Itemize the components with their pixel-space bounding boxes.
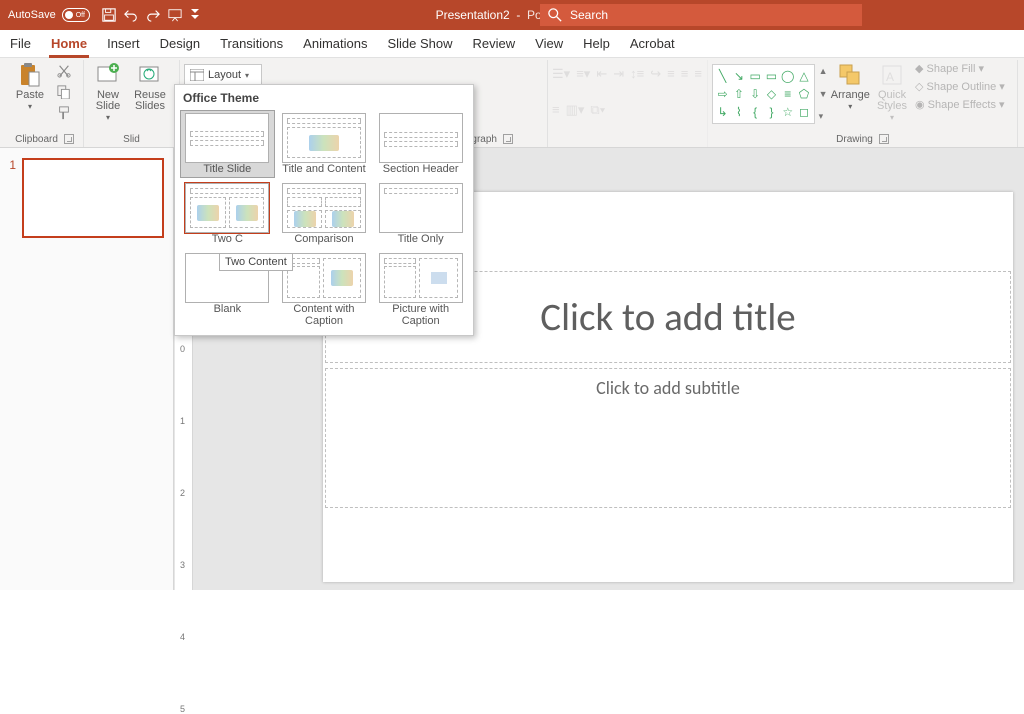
qat-more-icon[interactable] — [186, 4, 208, 26]
justify-icon[interactable]: ≡ — [552, 102, 560, 117]
shape-fill-button[interactable]: ◆ Shape Fill ▾ — [915, 62, 1013, 75]
align-left-icon[interactable]: ≡ — [667, 66, 675, 81]
line-spacing-icon[interactable]: ↕≡ — [630, 66, 644, 81]
tab-design[interactable]: Design — [160, 32, 200, 55]
reuse-slides-icon — [137, 62, 163, 88]
shapes-scroll[interactable]: ▲▼▾ — [817, 64, 828, 124]
paragraph-dialog-launcher[interactable] — [503, 134, 513, 144]
thumbnail-preview — [22, 158, 164, 238]
layout-title-and-content[interactable]: Title and Content — [278, 111, 371, 177]
arrange-button[interactable]: Arrange▾ — [830, 62, 871, 111]
columns-icon[interactable]: ▥▾ — [566, 102, 585, 118]
tab-acrobat[interactable]: Acrobat — [630, 32, 675, 55]
thumbnail-1[interactable]: 1 — [6, 158, 167, 238]
layout-section-header[interactable]: Section Header — [374, 111, 467, 177]
chevron-down-icon: ▾ — [106, 114, 110, 122]
present-from-beginning-icon[interactable] — [164, 4, 186, 26]
shapes-gallery[interactable]: ╲↘▭▭◯△ ⇨⇧⇩◇≡⬠ ↳⌇{}☆◻ — [712, 64, 815, 124]
layout-title-only[interactable]: Title Only — [374, 181, 467, 247]
redo-icon[interactable] — [142, 4, 164, 26]
layout-tooltip: Two Content — [219, 253, 293, 271]
autosave-label: AutoSave — [8, 9, 56, 21]
tab-transitions[interactable]: Transitions — [220, 32, 283, 55]
align-right-icon[interactable]: ≡ — [694, 66, 702, 81]
ribbon-tabstrip: File Home Insert Design Transitions Anim… — [0, 30, 1024, 58]
chevron-down-icon: ▾ — [28, 103, 32, 111]
numbering-icon[interactable]: ≡▾ — [576, 66, 590, 82]
layout-dropdown[interactable]: Layout ▾ — [184, 64, 262, 86]
tab-home[interactable]: Home — [51, 32, 87, 55]
slide-thumbnail-panel: 1 — [0, 148, 174, 590]
tab-view[interactable]: View — [535, 32, 563, 55]
title-bar: AutoSave Off Presentation2 - PowerPoint … — [0, 0, 1024, 30]
layout-menu-header: Office Theme — [175, 85, 473, 111]
layout-title-slide[interactable]: Title Slide — [180, 110, 275, 178]
search-placeholder: Search — [570, 8, 608, 22]
vertical-ruler: 012345 — [175, 314, 193, 590]
paste-icon — [17, 62, 43, 88]
tab-file[interactable]: File — [10, 32, 31, 55]
paste-button[interactable]: Paste ▾ — [10, 62, 50, 111]
search-icon — [548, 8, 562, 22]
group-paragraph-buttons: ☰▾ ≡▾ ⇤ ⇥ ↕≡ ↪ ≡ ≡ ≡ ≡ ▥▾ ⧉▾ — [548, 60, 708, 147]
tab-animations[interactable]: Animations — [303, 32, 367, 55]
autosave-toggle[interactable]: AutoSave Off — [0, 8, 98, 22]
layout-icon — [190, 69, 204, 81]
text-direction-icon[interactable]: ↪ — [650, 66, 661, 82]
copy-icon[interactable] — [54, 83, 74, 101]
layout-comparison[interactable]: Comparison — [278, 181, 371, 247]
align-center-icon[interactable]: ≡ — [681, 66, 689, 81]
layout-two-content[interactable]: Two C — [181, 181, 274, 247]
search-input[interactable]: Search — [540, 4, 862, 26]
smartart-icon[interactable]: ⧉▾ — [590, 102, 605, 118]
layout-menu: Office Theme Title Slide Title and Conte… — [174, 84, 474, 336]
new-slide-button[interactable]: New Slide ▾ — [88, 62, 128, 122]
indent-inc-icon[interactable]: ⇥ — [613, 66, 624, 82]
bullets-icon[interactable]: ☰▾ — [552, 66, 570, 82]
indent-dec-icon[interactable]: ⇤ — [596, 66, 607, 82]
quick-styles-button[interactable]: A Quick Styles▾ — [873, 62, 911, 122]
tab-review[interactable]: Review — [473, 32, 516, 55]
tab-help[interactable]: Help — [583, 32, 610, 55]
group-clipboard: Paste ▾ Clipboard — [6, 60, 84, 147]
layout-picture-with-caption[interactable]: Picture with Caption — [374, 251, 467, 329]
shape-outline-button[interactable]: ◇ Shape Outline ▾ — [915, 80, 1013, 93]
reuse-slides-button[interactable]: Reuse Slides — [130, 62, 170, 112]
tab-slideshow[interactable]: Slide Show — [387, 32, 452, 55]
cut-icon[interactable] — [54, 62, 74, 80]
group-drawing: ╲↘▭▭◯△ ⇨⇧⇩◇≡⬠ ↳⌇{}☆◻ ▲▼▾ Arrange▾ A Quic… — [708, 60, 1018, 147]
ribbon: Paste ▾ Clipboard New Slide ▾ Reuse Slid… — [0, 58, 1024, 148]
toggle-switch: Off — [62, 8, 90, 22]
format-painter-icon[interactable] — [54, 104, 74, 122]
quick-styles-icon: A — [879, 62, 905, 88]
arrange-icon — [837, 62, 863, 88]
save-icon[interactable] — [98, 4, 120, 26]
undo-icon[interactable] — [120, 4, 142, 26]
thumbnail-number: 1 — [6, 158, 16, 238]
subtitle-placeholder[interactable]: Click to add subtitle — [325, 368, 1011, 508]
group-slides: New Slide ▾ Reuse Slides Slid — [84, 60, 180, 147]
tab-insert[interactable]: Insert — [107, 32, 140, 55]
shape-effects-button[interactable]: ◉ Shape Effects ▾ — [915, 98, 1013, 111]
new-slide-icon — [95, 62, 121, 88]
work-area: 1 654321012345678910111213 012345 Click … — [0, 148, 1024, 590]
drawing-dialog-launcher[interactable] — [879, 134, 889, 144]
svg-text:A: A — [886, 70, 894, 84]
chevron-down-icon: ▾ — [245, 71, 249, 80]
clipboard-dialog-launcher[interactable] — [64, 134, 74, 144]
